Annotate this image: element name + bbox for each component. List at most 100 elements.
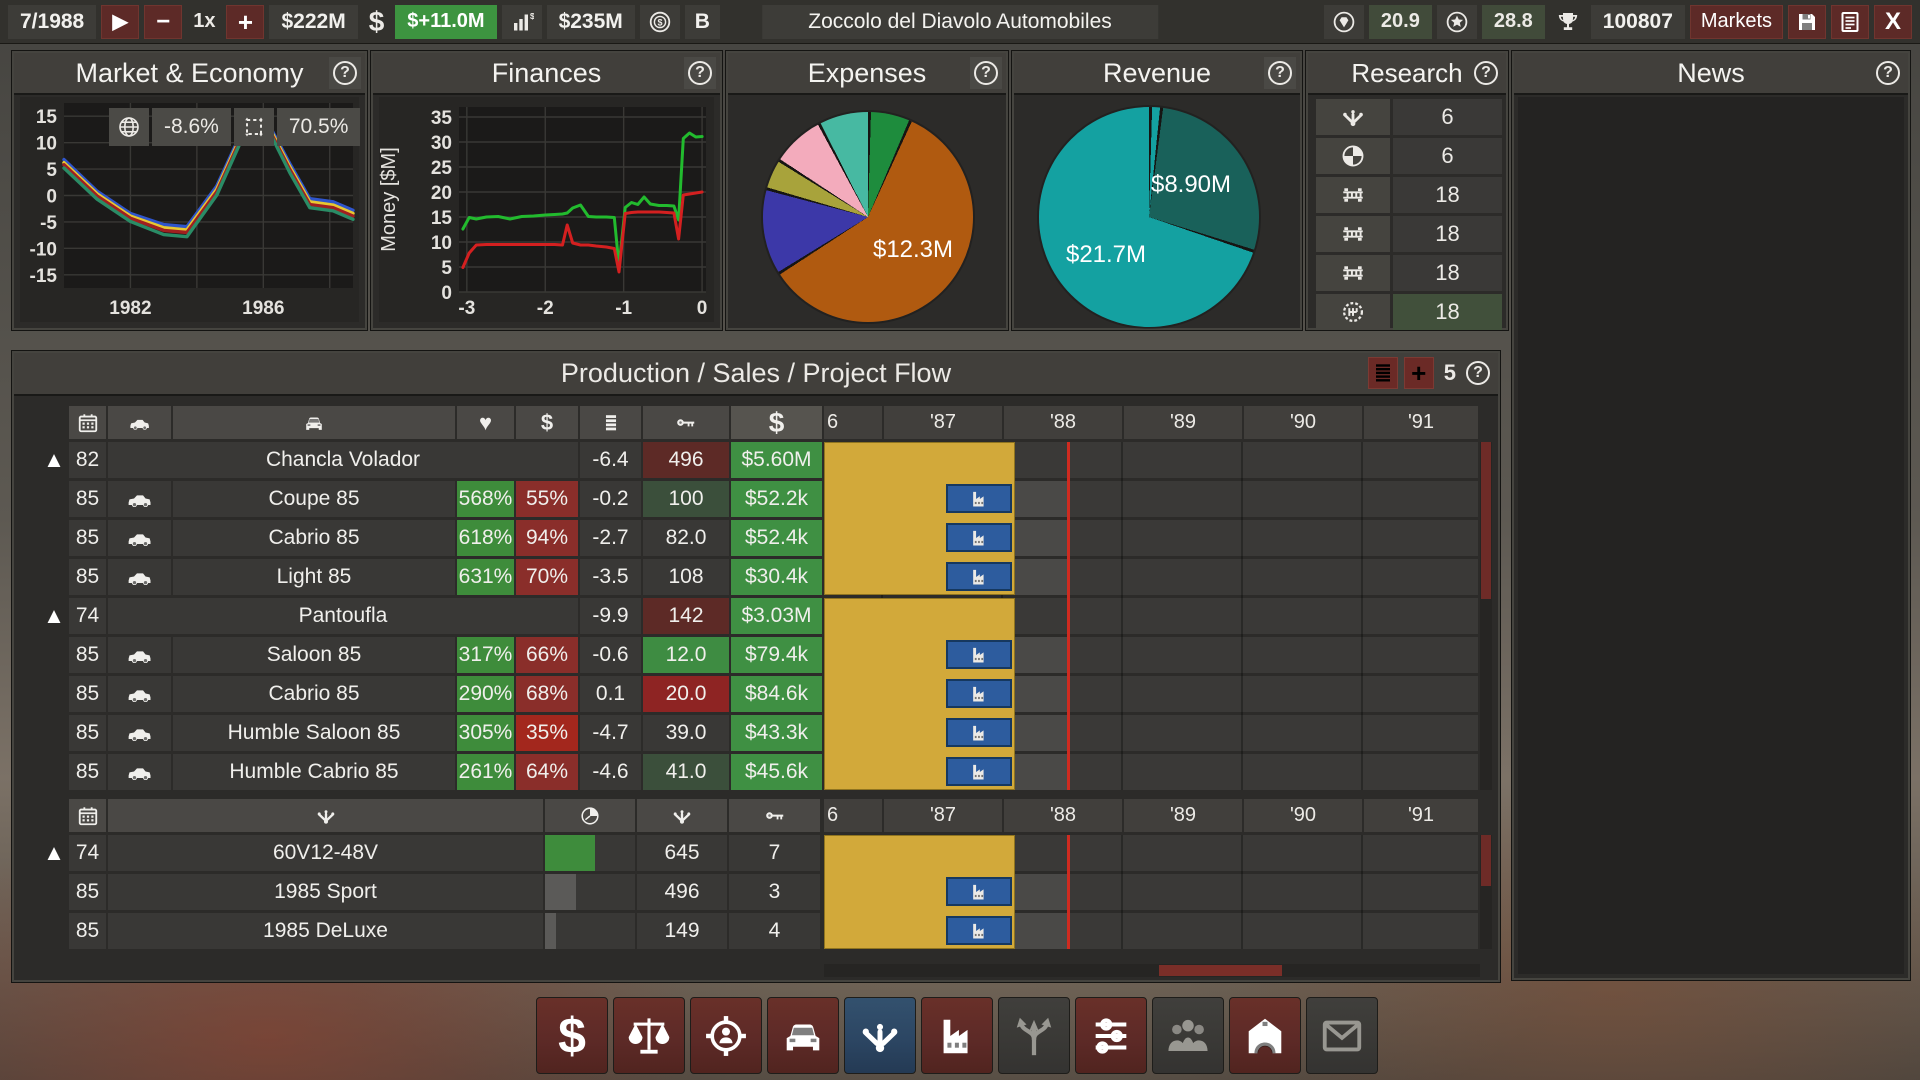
svg-text:0: 0 (46, 187, 57, 208)
collapse-group-button[interactable]: ▲ (42, 840, 66, 866)
year-cell: 85 (69, 559, 106, 595)
vertical-scrollbar[interactable] (1480, 442, 1492, 790)
engine-name-cell[interactable]: 60V12-48V (108, 835, 543, 871)
save-button[interactable] (1788, 5, 1826, 39)
chassis-icon (1340, 260, 1366, 286)
factory-assign-button[interactable] (946, 640, 1012, 669)
vertical-scrollbar[interactable] (1480, 835, 1492, 949)
trim-name-cell[interactable]: Humble Saloon 85 (173, 715, 455, 751)
trim-name-cell[interactable]: Cabrio 85 (173, 676, 455, 712)
help-button[interactable]: ? (970, 57, 1002, 89)
trim-name-cell[interactable]: Humble Cabrio 85 (173, 754, 455, 790)
factory-assign-button[interactable] (946, 679, 1012, 708)
research-row[interactable]: 18 (1316, 255, 1502, 291)
expenses-total-label: $12.3M (873, 236, 953, 264)
scrollbar-thumb[interactable] (1159, 965, 1282, 976)
engine-name-cell[interactable]: 1985 Sport (108, 874, 543, 910)
car-front-icon-header[interactable] (173, 406, 455, 439)
help-icon[interactable]: ? (1466, 361, 1490, 385)
delta-cell: -4.7 (580, 715, 641, 751)
delta-cell: -0.6 (580, 637, 641, 673)
dealership-icon (1242, 1013, 1288, 1059)
vehicles-button[interactable] (767, 997, 839, 1074)
distribution-button[interactable] (998, 997, 1070, 1074)
close-button[interactable]: X (1874, 5, 1912, 39)
heart-icon-header[interactable]: ♥ (457, 406, 514, 439)
speed-up-button[interactable]: + (226, 5, 264, 39)
key-icon-header[interactable] (729, 799, 820, 832)
megamenu-button[interactable] (1075, 997, 1147, 1074)
help-button[interactable]: ? (1264, 57, 1296, 89)
gauge-half-icon-header[interactable] (545, 799, 635, 832)
factory-icon (969, 762, 989, 782)
staff-button[interactable] (1152, 997, 1224, 1074)
scrollbar-thumb[interactable] (1481, 442, 1491, 599)
close-icon: X (1885, 10, 1901, 34)
trim-name-cell[interactable]: Cabrio 85 (173, 520, 455, 556)
dealership-button[interactable] (1229, 997, 1301, 1074)
year-cell: 85 (69, 637, 106, 673)
key-icon-header[interactable] (643, 406, 729, 439)
model-name-cell[interactable]: Pantoufla (108, 598, 578, 634)
chassis-icon (1316, 216, 1390, 252)
trim-name-cell[interactable]: Saloon 85 (173, 637, 455, 673)
progress-cell (545, 913, 635, 949)
factories-button[interactable] (921, 997, 993, 1074)
add-project-button[interactable]: + (1404, 357, 1434, 389)
speed-down-button[interactable]: − (144, 5, 182, 39)
svg-text:30: 30 (431, 133, 452, 154)
marketing-button[interactable] (690, 997, 762, 1074)
research-row[interactable]: 18 (1316, 177, 1502, 213)
research-row[interactable]: 18 (1316, 294, 1502, 330)
car-side-icon-header[interactable] (108, 406, 171, 439)
engine-icon-header[interactable] (637, 799, 727, 832)
help-button[interactable]: ? (329, 57, 361, 89)
dollar-icon-header[interactable]: $ (731, 406, 822, 439)
factory-assign-button[interactable] (946, 562, 1012, 591)
globe-icon (109, 108, 149, 146)
research-row[interactable]: 6 (1316, 138, 1502, 174)
market-share-badge: 70.5% (277, 108, 361, 146)
stock-icon-header[interactable] (580, 406, 641, 439)
finance-button[interactable]: $ (536, 997, 608, 1074)
scrollbar-thumb[interactable] (1481, 835, 1491, 886)
mail-button[interactable] (1306, 997, 1378, 1074)
research-panel: Research ? 6618181818 (1306, 51, 1508, 330)
factory-assign-button[interactable] (946, 757, 1012, 786)
help-button[interactable]: ? (684, 57, 716, 89)
play-button[interactable]: ▶ (101, 5, 139, 39)
components-button[interactable] (844, 997, 916, 1074)
svg-text:-5: -5 (40, 213, 57, 234)
trim-name-cell[interactable]: Light 85 (173, 559, 455, 595)
money-cell: $43.3k (731, 715, 822, 751)
delta-cell: -6.4 (580, 442, 641, 478)
plus-icon: + (238, 9, 253, 35)
gem-icon (1324, 5, 1364, 39)
trophy-icon (1550, 5, 1586, 39)
reports-button[interactable] (1831, 5, 1869, 39)
research-row[interactable]: 6 (1316, 99, 1502, 135)
factory-assign-button[interactable] (946, 916, 1012, 945)
calendar-icon-header[interactable] (69, 406, 106, 439)
list-view-button[interactable] (1368, 357, 1398, 389)
horizontal-scrollbar[interactable] (824, 964, 1480, 977)
engine-name-cell[interactable]: 1985 DeLuxe (108, 913, 543, 949)
help-icon: ? (1876, 61, 1900, 85)
factory-assign-button[interactable] (946, 877, 1012, 906)
calendar-icon-header[interactable] (69, 799, 106, 832)
collapse-group-button[interactable]: ▲ (42, 447, 66, 473)
help-button[interactable]: ? (1470, 57, 1502, 89)
legal-button[interactable] (613, 997, 685, 1074)
delta-cell: 0.1 (580, 676, 641, 712)
factory-assign-button[interactable] (946, 523, 1012, 552)
collapse-group-button[interactable]: ▲ (42, 603, 66, 629)
trim-name-cell[interactable]: Coupe 85 (173, 481, 455, 517)
help-button[interactable]: ? (1872, 57, 1904, 89)
markets-button[interactable]: Markets (1690, 5, 1783, 39)
factory-assign-button[interactable] (946, 484, 1012, 513)
model-name-cell[interactable]: Chancla Volador (108, 442, 578, 478)
research-row[interactable]: 18 (1316, 216, 1502, 252)
engine-icon-header[interactable] (108, 799, 543, 832)
factory-assign-button[interactable] (946, 718, 1012, 747)
dollar-icon-header[interactable]: $ (516, 406, 578, 439)
